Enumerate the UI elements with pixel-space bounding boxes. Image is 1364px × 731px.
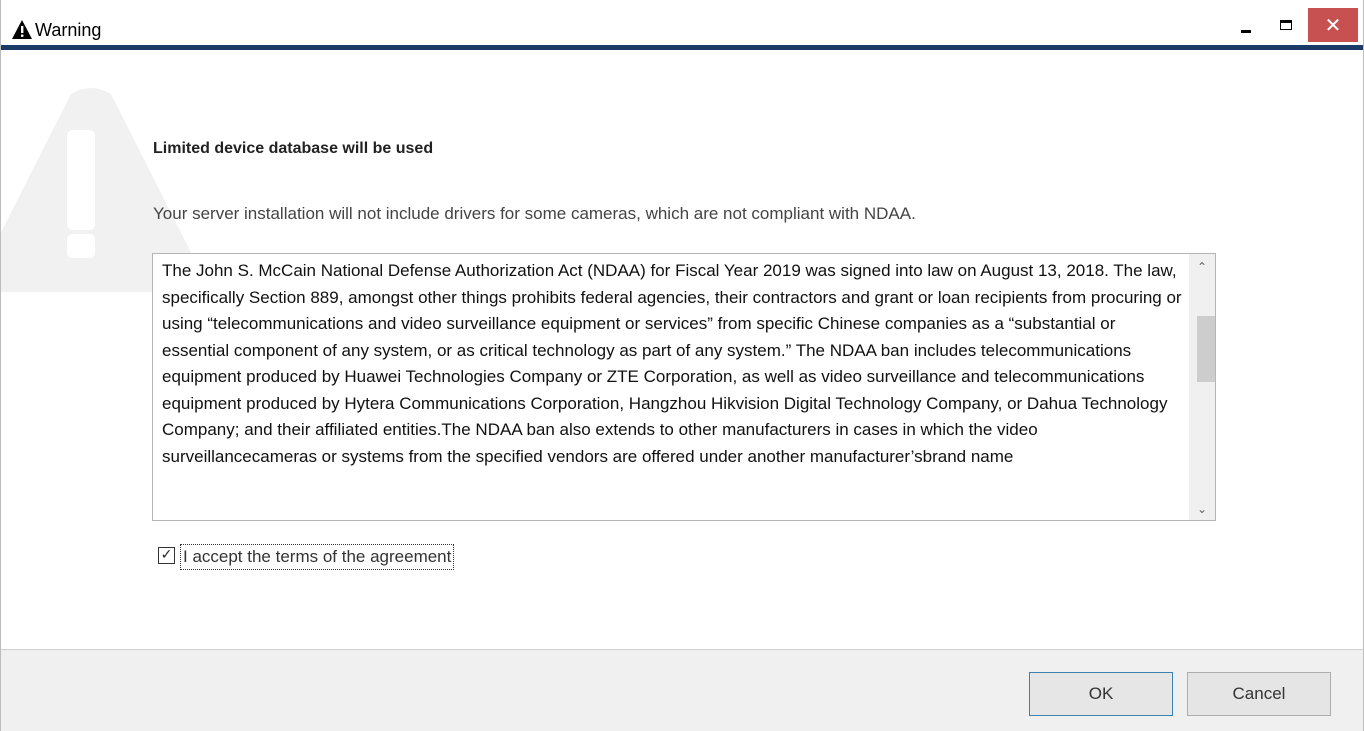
maximize-icon <box>1280 20 1292 30</box>
minimize-icon <box>1241 30 1251 33</box>
warning-dialog: Warning ✕ Limited device database will b… <box>0 0 1364 731</box>
maximize-button[interactable] <box>1268 8 1306 42</box>
accept-terms-checkbox[interactable]: ✓ <box>158 547 175 564</box>
minimize-button[interactable] <box>1228 8 1266 42</box>
warning-icon <box>12 20 32 39</box>
close-button[interactable]: ✕ <box>1308 8 1358 42</box>
agreement-textbox[interactable]: The John S. McCain National Defense Auth… <box>152 253 1216 521</box>
accept-terms-label[interactable]: I accept the terms of the agreement <box>180 544 455 570</box>
checkmark-icon: ✓ <box>160 547 173 563</box>
dialog-heading: Limited device database will be used <box>153 140 434 157</box>
scroll-down-icon[interactable]: ⌄ <box>1189 498 1215 520</box>
agreement-text: The John S. McCain National Defense Auth… <box>162 261 1182 466</box>
dialog-footer: OK Cancel <box>1 649 1363 731</box>
window-title: Warning <box>35 20 102 40</box>
dialog-subtext: Your server installation will not includ… <box>153 204 916 223</box>
title-bar[interactable]: Warning ✕ <box>1 0 1363 50</box>
ok-button[interactable]: OK <box>1029 672 1173 716</box>
scroll-up-icon[interactable]: ⌃ <box>1189 256 1215 278</box>
agreement-scrollbar[interactable]: ⌃ ⌄ <box>1189 254 1215 520</box>
scroll-thumb[interactable] <box>1197 316 1215 382</box>
cancel-button[interactable]: Cancel <box>1187 672 1331 716</box>
close-icon: ✕ <box>1324 13 1342 37</box>
